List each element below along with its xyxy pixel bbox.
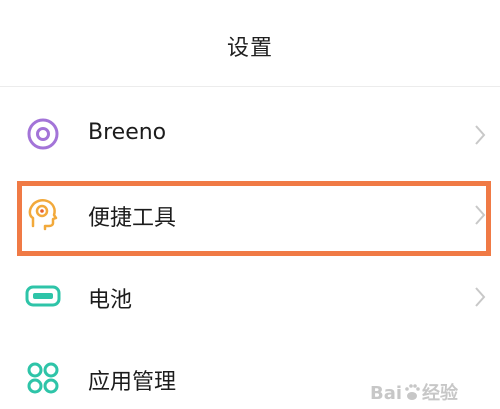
baidu-watermark-logo: Bai 经验 xyxy=(368,377,496,407)
chevron-right-icon xyxy=(474,124,486,146)
battery-icon xyxy=(25,278,61,314)
svg-text:Bai: Bai xyxy=(370,383,402,404)
app-grid-icon xyxy=(25,360,61,396)
settings-item-label: 电池 xyxy=(88,288,133,313)
settings-item-battery[interactable]: 电池 xyxy=(0,258,500,338)
page-title: 设置 xyxy=(226,36,273,61)
settings-item-breeno[interactable]: Breeno xyxy=(0,96,500,176)
settings-item-label: Breeno xyxy=(88,120,167,145)
settings-item-label: 应用管理 xyxy=(88,370,177,395)
breeno-ring-icon xyxy=(25,116,61,152)
header: 设置 xyxy=(0,0,500,86)
highlight-annotation-box xyxy=(17,181,491,256)
settings-screen: 设置 Breeno 便捷工具 电池 应用管理 Bai 经验 xyxy=(0,0,500,409)
chevron-right-icon xyxy=(474,286,486,308)
svg-text:经验: 经验 xyxy=(422,382,459,404)
header-divider xyxy=(0,86,500,87)
